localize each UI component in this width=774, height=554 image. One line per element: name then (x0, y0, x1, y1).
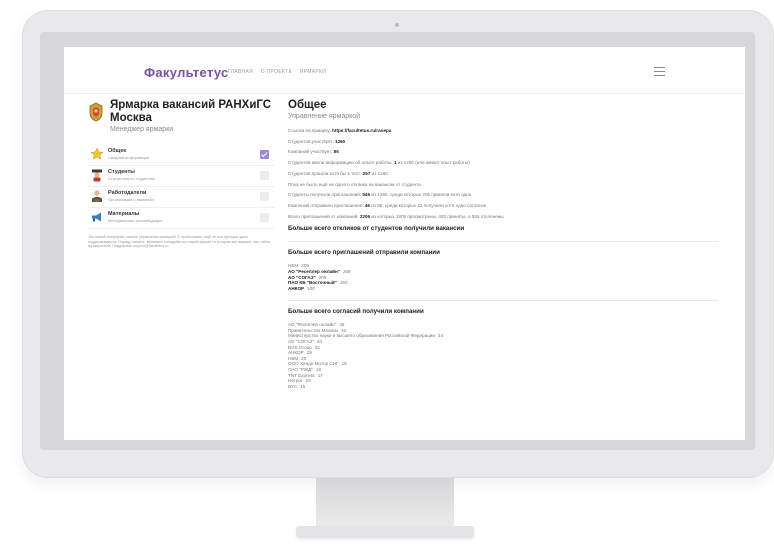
fair-menu: Общее Сводная информация Студенты Статис… (88, 145, 274, 229)
ranepa-crest-icon (89, 102, 103, 122)
menu-item-general[interactable]: Общее Сводная информация (88, 145, 274, 166)
menu-item-subtitle: Статистика по студентам (108, 176, 155, 181)
fair-sidebar: Ярмарка вакансий РАНХиГС Москва Менеджер… (88, 99, 274, 249)
site-header: Факультетус ГЛАВНАЯ О ПРОЕКТЕ ЯРМАРКИ (64, 47, 745, 94)
fair-title: Ярмарка вакансий РАНХиГС Москва (110, 99, 272, 124)
stats-list: Ссылка на ярмарку: https://facultetus.ru… (288, 126, 718, 222)
menu-item-materials[interactable]: Материалы Методические рекомендации (88, 208, 274, 229)
nav-link-about[interactable]: О ПРОЕКТЕ (261, 69, 292, 75)
list-item: АНКОР 100 (288, 285, 315, 291)
fair-role: Менеджер ярмарки (110, 126, 174, 133)
menu-item-title: Работодатели (108, 190, 147, 196)
stat-row: Пока не было ещё ни одного отклика на ва… (288, 181, 421, 187)
stat-row: Ссылка на ярмарку: https://facultetus.ru… (288, 128, 392, 133)
employers-icon (92, 190, 102, 202)
menu-item-title: Материалы (108, 211, 140, 217)
page-subtitle: Управление ярмаркой (288, 113, 361, 120)
students-icon (92, 169, 102, 182)
stat-row: Всего приглашений от компаний: 2206 из к… (288, 213, 504, 219)
megaphone-icon (92, 212, 101, 222)
stat-row: Компаний отправили приглашения: 46 из 86… (288, 202, 487, 208)
stat-row: Студентов участвует: 1260 (288, 138, 346, 144)
menu-item-title: Общее (108, 148, 127, 154)
nav-link-home[interactable]: ГЛАВНАЯ (228, 69, 253, 75)
menu-checkbox-students[interactable] (260, 171, 269, 180)
section-heading-consents: Больше всего согласий получили компании (288, 308, 424, 316)
page-title: Общее (288, 99, 327, 111)
invites-list: НБМ 209 АО "Ресеплер онлайн" 208 АО "СОГАЗ… (288, 263, 718, 291)
menu-item-subtitle: Методические рекомендации (108, 218, 163, 223)
divider (288, 300, 718, 302)
fair-heading: Ярмарка вакансий РАНХиГС Москва Менеджер… (88, 99, 274, 139)
interface-note: Это новый интерфейс панели управления яр… (88, 235, 271, 249)
screen: Факультетус ГЛАВНАЯ О ПРОЕКТЕ ЯРМАРКИ Яр… (64, 47, 745, 440)
menu-item-title: Студенты (108, 169, 135, 175)
menu-item-students[interactable]: Студенты Статистика по студентам (88, 166, 274, 187)
consents-list: АО "Ресеплер онлайн" 45 Правительство Мос… (288, 322, 718, 389)
section-heading-invites: Больше всего приглашений отправили компа… (288, 249, 440, 257)
menu-checkbox-general[interactable] (260, 150, 269, 159)
divider (288, 241, 718, 243)
menu-checkbox-employers[interactable] (260, 192, 269, 201)
stat-row: Компаний участвует: 86 (288, 149, 339, 155)
camera-dot (395, 23, 399, 27)
monitor-stand-base (296, 526, 474, 538)
star-icon (90, 147, 104, 160)
hamburger-menu-icon[interactable] (654, 67, 665, 79)
stat-row: Студентов ввели информацию об опыте рабо… (288, 160, 470, 166)
nav-link-fairs[interactable]: ЯРМАРКИ (300, 69, 326, 75)
menu-item-subtitle: Сводная информация (108, 155, 149, 160)
menu-checkbox-materials[interactable] (260, 213, 269, 222)
stat-row: Студентов прошли хотя бы 1 тест: 257 из … (288, 170, 388, 176)
list-item: ВУС 15 (288, 383, 306, 389)
main-content: Общее Управление ярмаркой Ссылка на ярма… (288, 99, 718, 389)
stat-row: Студенты получили приглашений: 546 из 12… (288, 192, 472, 198)
monitor-stand-neck (316, 478, 454, 532)
menu-item-employers[interactable]: Работодатели Организации и вакансии (88, 187, 274, 208)
top-nav: ГЛАВНАЯ О ПРОЕКТЕ ЯРМАРКИ (228, 69, 332, 75)
section-heading-vacancies: Больше всего откликов от студентов получ… (288, 225, 465, 233)
fair-link[interactable]: https://facultetus.ru/ranepa (332, 128, 391, 133)
menu-item-subtitle: Организации и вакансии (108, 197, 154, 202)
site-logo[interactable]: Факультетус (144, 65, 229, 80)
